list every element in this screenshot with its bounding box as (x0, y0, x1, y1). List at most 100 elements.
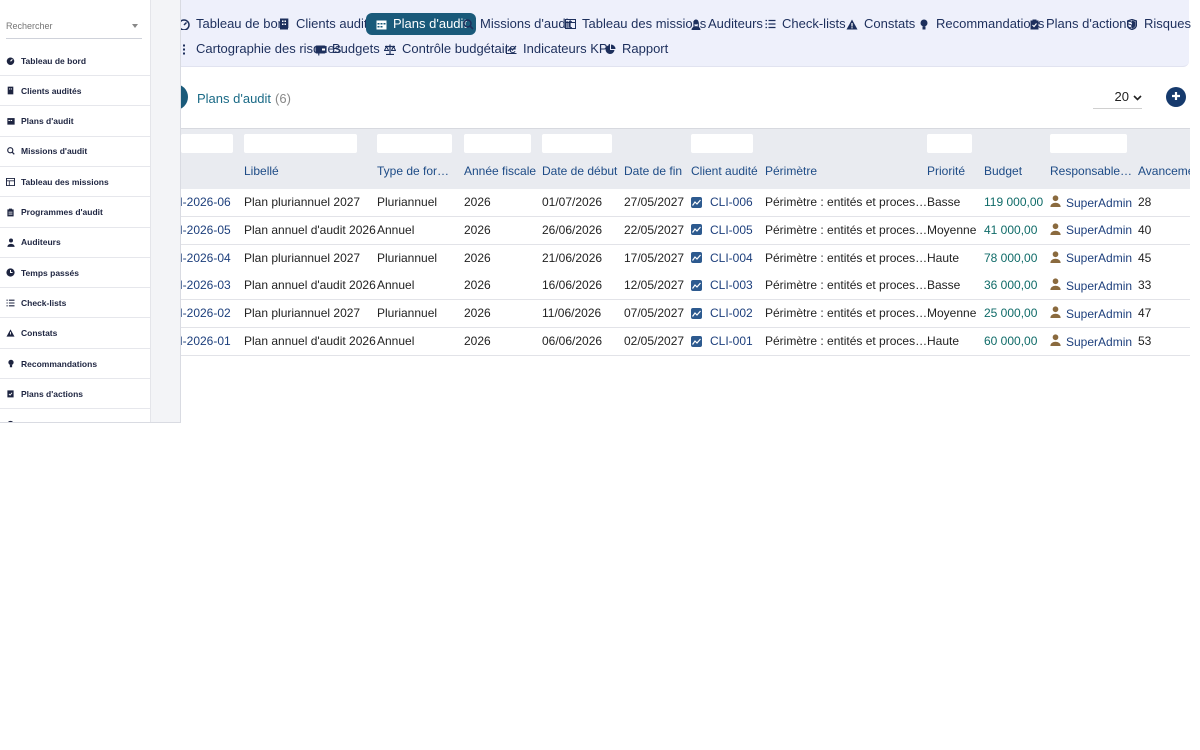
cell-client[interactable]: CLI-006 (691, 195, 753, 209)
cell-avancement-text: 40 (1138, 222, 1152, 237)
cell-date-fin: 17/05/2027 (624, 251, 684, 265)
nav-plans-d-actions[interactable]: Plans d'actions (1028, 13, 1133, 35)
cell-responsable[interactable]: SuperAdmin (1050, 278, 1132, 293)
calendar-icon (6, 117, 15, 126)
cell-date-fin-text: 12/05/2027 (624, 278, 685, 293)
cell-libelle-text: Plan annuel d'audit 2026 (244, 278, 376, 293)
sidebar-search-input[interactable] (6, 16, 118, 36)
cell-ref[interactable]: N-2026-05 (174, 223, 231, 237)
sidebar-item-missions-d-audit[interactable]: Missions d'audit (0, 137, 150, 167)
sidebar-item-recommandations[interactable]: Recommandations (0, 349, 150, 379)
filter-date-debut[interactable] (542, 134, 612, 153)
cell-ref[interactable]: N-2026-01 (174, 334, 231, 348)
cell-priorite-text: Moyenne (927, 222, 977, 237)
nav-check-lists[interactable]: Check-lists (764, 13, 846, 35)
cell-ref[interactable]: N-2026-03 (174, 278, 231, 292)
nav-missions-d-audit[interactable]: Missions d'audit (462, 13, 572, 35)
sidebar-item-label: Programmes d'audit (21, 207, 103, 217)
filter-ref[interactable] (181, 134, 233, 153)
cell-avancement-text: 47 (1138, 306, 1152, 321)
cell-responsable-text: SuperAdmin (1066, 223, 1133, 238)
nav-recommandations[interactable]: Recommandations (918, 13, 1044, 35)
col-date-fin[interactable]: Date de fin (624, 164, 682, 178)
nav-risques[interactable]: Risques (1126, 13, 1191, 35)
col-annee-fiscale[interactable]: Année fiscale (464, 164, 536, 178)
cell-date-fin: 02/05/2027 (624, 334, 684, 348)
table-row[interactable]: N-2026-06 Plan pluriannuel 2027 Pluriannue… (150, 189, 1190, 217)
cell-client[interactable]: CLI-005 (691, 223, 753, 237)
sidebar-search[interactable] (6, 16, 142, 39)
nav-constats[interactable]: Constats (846, 13, 915, 35)
sidebar-item-constats[interactable]: Constats (0, 319, 150, 349)
col-avancement[interactable]: Avanceme (1138, 164, 1190, 178)
cell-ref[interactable]: N-2026-06 (174, 195, 231, 209)
nav-plans-d-audit[interactable]: Plans d'audit (366, 13, 477, 35)
cell-date-fin-text: 17/05/2027 (624, 250, 685, 265)
col-type[interactable]: Type de for… (377, 164, 449, 178)
nav-indicateurs-kpi[interactable]: Indicateurs KPI (505, 38, 611, 60)
sidebar-item-programmes-d-audit[interactable]: Programmes d'audit (0, 198, 150, 228)
filter-client[interactable] (691, 134, 753, 153)
cell-annee: 2026 (464, 251, 491, 265)
cell-priorite-text: Haute (927, 334, 960, 348)
col-date-debut[interactable]: Date de début (542, 164, 617, 178)
cell-ref[interactable]: N-2026-02 (174, 306, 231, 320)
col-client-audite[interactable]: Client audité (691, 164, 758, 178)
sidebar-item-auditeurs[interactable]: Auditeurs (0, 228, 150, 258)
sidebar-item-label: Missions d'audit (21, 146, 88, 157)
cell-client[interactable]: CLI-001 (691, 334, 753, 348)
table-row[interactable]: N-2026-04 Plan pluriannuel 2027 Pluriannue… (150, 244, 1190, 273)
cell-responsable[interactable]: SuperAdmin (1050, 306, 1132, 321)
cell-client-text: CLI-001 (710, 334, 753, 348)
filter-type[interactable] (377, 134, 452, 153)
table-row[interactable]: N-2026-05 Plan annuel d'audit 2026 Annuel 2… (150, 216, 1190, 245)
cell-responsable[interactable]: SuperAdmin (1050, 223, 1132, 238)
sidebar-item-plans-d-audit[interactable]: Plans d'audit (0, 107, 150, 137)
cell-client[interactable]: CLI-002 (691, 306, 753, 320)
lightbulb-icon (918, 18, 930, 30)
table-row[interactable]: N-2026-02 Plan pluriannuel 2027 Pluriannue… (150, 300, 1190, 329)
sidebar-item-tableau-de-bord[interactable]: Tableau de bord (0, 46, 150, 76)
table-row[interactable]: N-2026-01 Plan annuel d'audit 2026 Annuel 2… (150, 328, 1190, 356)
nav-tableau-des-missions[interactable]: Tableau des missions (564, 13, 706, 35)
nav-auditeurs[interactable]: Auditeurs (690, 13, 763, 35)
col-libelle[interactable]: Libellé (244, 164, 279, 178)
cell-client[interactable]: CLI-003 (691, 278, 753, 292)
per-page-select[interactable]: 20 (1093, 85, 1142, 109)
cell-type: Pluriannuel (377, 306, 437, 320)
cell-libelle: Plan pluriannuel 2027 (244, 195, 360, 209)
chevron-down-icon[interactable] (132, 24, 138, 28)
cell-type-text: Pluriannuel (377, 250, 438, 265)
filter-annee[interactable] (464, 134, 531, 153)
filter-libelle[interactable] (244, 134, 357, 153)
nav-rapport[interactable]: Rapport (604, 38, 668, 60)
sidebar-item-temps-passes[interactable]: Temps passés (0, 258, 150, 289)
nav-controle-budgetaire[interactable]: Contrôle budgétaire (384, 38, 516, 60)
sidebar-item-clients-audites[interactable]: Clients audités (0, 76, 150, 107)
sidebar-item-tableau-des-missions[interactable]: Tableau des missions (0, 167, 150, 198)
col-priorite[interactable]: Priorité (927, 164, 965, 178)
sidebar-item-check-lists[interactable]: Check-lists (0, 288, 150, 319)
cell-responsable[interactable]: SuperAdmin (1050, 334, 1132, 349)
sidebar-item-partial[interactable] (0, 410, 150, 422)
add-plan-button[interactable] (1166, 87, 1186, 107)
cell-ref-text: N-2026-03 (174, 278, 231, 293)
cell-budget-text: 60 000,00 (984, 334, 1038, 348)
cell-responsable[interactable]: SuperAdmin (1050, 195, 1132, 210)
cell-annee-text: 2026 (464, 250, 491, 265)
cell-ref[interactable]: N-2026-04 (174, 251, 231, 265)
cell-client[interactable]: CLI-004 (691, 251, 753, 265)
table-row[interactable]: N-2026-03 Plan annuel d'audit 2026 Annuel 2… (150, 272, 1190, 301)
cell-responsable[interactable]: SuperAdmin (1050, 251, 1132, 266)
col-budget[interactable]: Budget (984, 164, 1022, 178)
filter-responsable[interactable] (1050, 134, 1127, 153)
cell-ref-text: N-2026-01 (174, 334, 231, 348)
cell-priorite: Basse (927, 195, 960, 209)
nav-tableau-de-bord[interactable]: Tableau de bord (178, 13, 289, 35)
col-responsable[interactable]: Responsable… (1050, 164, 1132, 178)
sidebar-item-plans-d-actions[interactable]: Plans d'actions (0, 379, 150, 410)
nav-budgets[interactable]: Budgets (314, 38, 380, 60)
cell-client-text: CLI-003 (710, 278, 753, 293)
filter-priorite[interactable] (927, 134, 972, 153)
col-perimetre[interactable]: Périmètre (765, 164, 817, 178)
